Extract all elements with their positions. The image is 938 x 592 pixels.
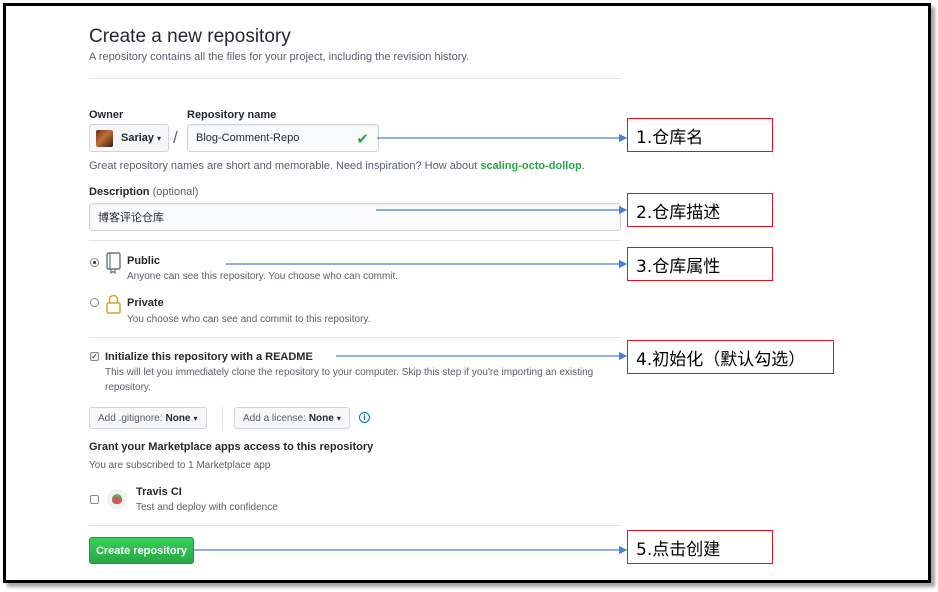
- marketplace-divider: [89, 525, 621, 526]
- check-icon: ✔: [356, 131, 369, 148]
- private-desc: You choose who can see and commit to thi…: [127, 314, 371, 325]
- annotation-initialize: 4.初始化（默认勾选）: [627, 340, 834, 374]
- avatar: [96, 129, 113, 147]
- header-divider: [89, 78, 621, 79]
- chevron-down-icon: ▾: [157, 133, 162, 143]
- repository-name-value: Blog-Comment-Repo: [196, 132, 300, 144]
- license-dropdown[interactable]: Add a license: None ▾: [234, 407, 350, 429]
- description-label-text: Description: [89, 186, 150, 198]
- travis-ci-logo-icon: [107, 489, 127, 509]
- gitignore-label: Add .gitignore:: [98, 412, 163, 424]
- lock-icon: [105, 293, 122, 315]
- public-radio[interactable]: [90, 258, 99, 267]
- readme-label[interactable]: Initialize this repository with a README: [105, 351, 313, 363]
- description-input[interactable]: 博客评论仓库: [89, 203, 621, 231]
- private-radio[interactable]: [90, 298, 99, 307]
- owner-repo-separator: /: [173, 128, 178, 147]
- description-divider: [89, 240, 621, 241]
- gitignore-value: None: [165, 412, 191, 424]
- public-desc: Anyone can see this repository. You choo…: [127, 271, 399, 282]
- button-separator: [222, 405, 223, 430]
- create-repository-button[interactable]: Create repository: [89, 537, 194, 564]
- marketplace-subtitle: You are subscribed to 1 Marketplace app: [89, 460, 271, 471]
- annotation-description: 2.仓库描述: [627, 193, 773, 227]
- readme-desc-line1: This will let you immediately clone the …: [105, 367, 594, 378]
- name-suggestion-link[interactable]: scaling-octo-dollop: [480, 160, 581, 172]
- repo-icon: [105, 252, 122, 275]
- annotation-visibility: 3.仓库属性: [627, 247, 773, 281]
- annotation-create: 5.点击创建: [627, 530, 773, 564]
- license-label: Add a license:: [243, 412, 306, 424]
- info-icon[interactable]: i: [359, 412, 370, 423]
- description-value: 博客评论仓库: [98, 212, 164, 224]
- page-title: Create a new repository: [89, 26, 291, 47]
- readme-checkbox[interactable]: ✓: [90, 352, 99, 361]
- license-value: None: [308, 412, 334, 424]
- optional-tag: (optional): [152, 186, 199, 198]
- readme-desc-line2: repository.: [105, 382, 151, 393]
- name-hint: Great repository names are short and mem…: [89, 160, 585, 172]
- page-subtitle: A repository contains all the files for …: [89, 51, 470, 63]
- repo-name-label: Repository name: [187, 109, 277, 121]
- owner-label: Owner: [89, 109, 124, 121]
- description-label: Description (optional): [89, 186, 198, 198]
- name-hint-end: .: [581, 160, 585, 172]
- private-title: Private: [127, 297, 164, 309]
- chevron-down-icon: ▾: [336, 413, 341, 423]
- repository-name-input[interactable]: Blog-Comment-Repo ✔: [187, 124, 379, 152]
- name-hint-text: Great repository names are short and mem…: [89, 160, 478, 172]
- annotation-repo-name: 1.仓库名: [627, 118, 773, 152]
- travis-ci-desc: Test and deploy with confidence: [136, 502, 278, 513]
- gitignore-dropdown[interactable]: Add .gitignore: None ▾: [89, 407, 207, 429]
- marketplace-title: Grant your Marketplace apps access to th…: [89, 441, 374, 453]
- owner-dropdown[interactable]: Sariay ▾: [89, 124, 169, 152]
- travis-ci-name: Travis CI: [136, 486, 182, 498]
- travis-ci-checkbox[interactable]: [90, 495, 99, 504]
- public-title: Public: [127, 255, 161, 267]
- chevron-down-icon: ▾: [193, 413, 198, 423]
- visibility-divider: [89, 337, 621, 338]
- owner-name: Sariay: [121, 132, 155, 144]
